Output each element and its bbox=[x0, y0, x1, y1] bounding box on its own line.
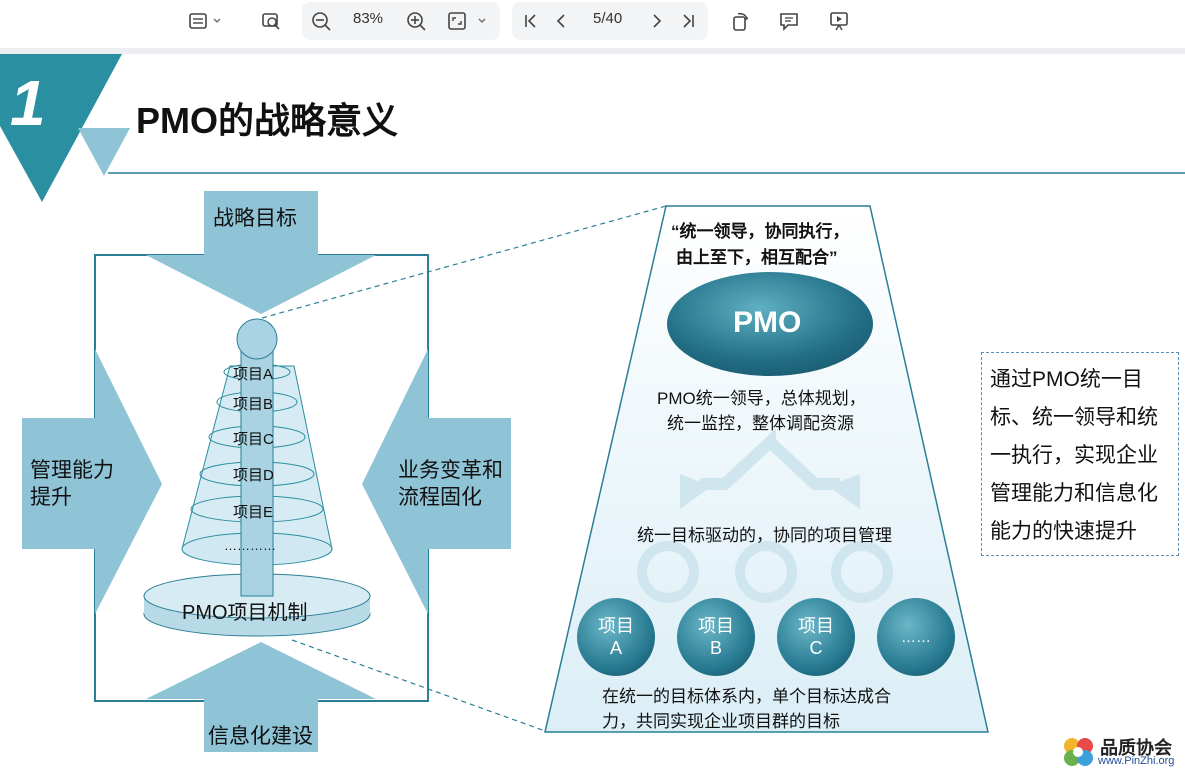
tier-label-more: ………… bbox=[224, 538, 276, 553]
zoom-in-icon bbox=[407, 12, 426, 31]
project-c-line2: C bbox=[809, 638, 823, 658]
project-a-label: 项目 A bbox=[586, 615, 646, 659]
comment-icon bbox=[780, 13, 798, 31]
right-arrow-label-1: 业务变革和 bbox=[398, 459, 503, 482]
summary-line: 能力的快速提升 bbox=[990, 520, 1137, 543]
summary-line: 管理能力和信息化 bbox=[990, 482, 1158, 505]
summary-box: 通过PMO统一目 标、统一领导和统 一执行，实现企业 管理能力和信息化 能力的快… bbox=[981, 352, 1179, 556]
page-title: PMO的战略意义 bbox=[136, 100, 399, 141]
project-more-label: …… bbox=[901, 629, 931, 646]
left-arrow-label-2: 提升 bbox=[30, 486, 72, 509]
first-page-button[interactable] bbox=[520, 6, 542, 36]
viewer-toolbar: 83% 5/40 bbox=[0, 0, 1185, 54]
last-page-button[interactable] bbox=[677, 6, 699, 36]
last-page-icon bbox=[683, 14, 694, 28]
bottom-desc-line-2: 力，共同实现企业项目群的目标 bbox=[602, 712, 840, 731]
project-c-label: 项目 C bbox=[786, 615, 846, 659]
zoom-level[interactable]: 83% bbox=[353, 10, 383, 27]
project-a-line1: 项目 bbox=[598, 616, 634, 636]
header-small-triangle bbox=[78, 128, 130, 176]
tier-label-a: 项目A bbox=[233, 366, 274, 383]
base-label: PMO项目机制 bbox=[182, 602, 308, 624]
project-c-line1: 项目 bbox=[798, 616, 834, 636]
pillar-top bbox=[236, 318, 278, 360]
page-indicator[interactable]: 5/40 bbox=[593, 10, 622, 27]
pmo-desc-line-2: 统一监控，整体调配资源 bbox=[667, 414, 854, 433]
quote-line-2: 由上至下，相互配合” bbox=[676, 248, 838, 267]
summary-line: 通过PMO统一目 bbox=[990, 368, 1143, 391]
quote-line-1: “统一领导，协同执行， bbox=[671, 222, 850, 241]
fit-page-button[interactable] bbox=[444, 6, 490, 36]
logo-url: www.PinZhi.org bbox=[1098, 755, 1175, 767]
slide-canvas: 1 PMO的战略意义 战略目标 信息化建设 管理能力 提升 业务变革和 流程固化… bbox=[0, 54, 1185, 773]
middle-text: 统一目标驱动的，协同的项目管理 bbox=[637, 526, 892, 545]
tier-label-c: 项目C bbox=[233, 431, 274, 448]
left-arrow-label-1: 管理能力 bbox=[30, 459, 114, 482]
comment-button[interactable] bbox=[777, 6, 801, 36]
zoom-out-button[interactable] bbox=[308, 6, 334, 36]
right-arrow-label-2: 流程固化 bbox=[398, 486, 482, 509]
tier-label-e: 项目E bbox=[233, 504, 274, 521]
presentation-icon bbox=[830, 12, 848, 31]
fit-page-icon bbox=[448, 12, 486, 30]
project-b-label: 项目 B bbox=[686, 615, 746, 659]
rotate-button[interactable] bbox=[728, 6, 752, 36]
layout-menu-button[interactable] bbox=[184, 6, 224, 36]
rotate-icon bbox=[733, 12, 748, 31]
top-arrow-label: 战略目标 bbox=[213, 207, 297, 230]
search-button[interactable] bbox=[258, 6, 284, 36]
layout-icon bbox=[189, 13, 221, 29]
project-a-line2: A bbox=[609, 638, 622, 658]
search-icon bbox=[262, 13, 280, 30]
summary-line: 一执行，实现企业 bbox=[990, 444, 1158, 467]
first-page-icon bbox=[525, 14, 536, 28]
pmo-label: PMO bbox=[733, 306, 802, 339]
section-number: 1 bbox=[10, 67, 46, 139]
zoom-in-button[interactable] bbox=[403, 6, 429, 36]
project-b-line1: 项目 bbox=[698, 616, 734, 636]
pinzhi-logo-icon bbox=[1064, 738, 1093, 766]
summary-line: 标、统一领导和统 bbox=[990, 406, 1158, 429]
pmo-desc-line-1: PMO统一领导，总体规划， bbox=[657, 389, 866, 408]
project-b-line2: B bbox=[709, 638, 722, 658]
tier-label-d: 项目D bbox=[233, 467, 274, 484]
prev-page-button[interactable] bbox=[550, 6, 572, 36]
zoom-out-icon bbox=[312, 12, 331, 31]
bottom-arrow-label: 信息化建设 bbox=[208, 725, 313, 748]
chevron-right-icon bbox=[653, 14, 662, 28]
tier-label-b: 项目B bbox=[233, 396, 274, 413]
bottom-desc-line-1: 在统一的目标体系内，单个目标达成合 bbox=[602, 687, 891, 706]
presentation-button[interactable] bbox=[827, 6, 851, 36]
chevron-left-icon bbox=[556, 14, 565, 28]
next-page-button[interactable] bbox=[646, 6, 668, 36]
